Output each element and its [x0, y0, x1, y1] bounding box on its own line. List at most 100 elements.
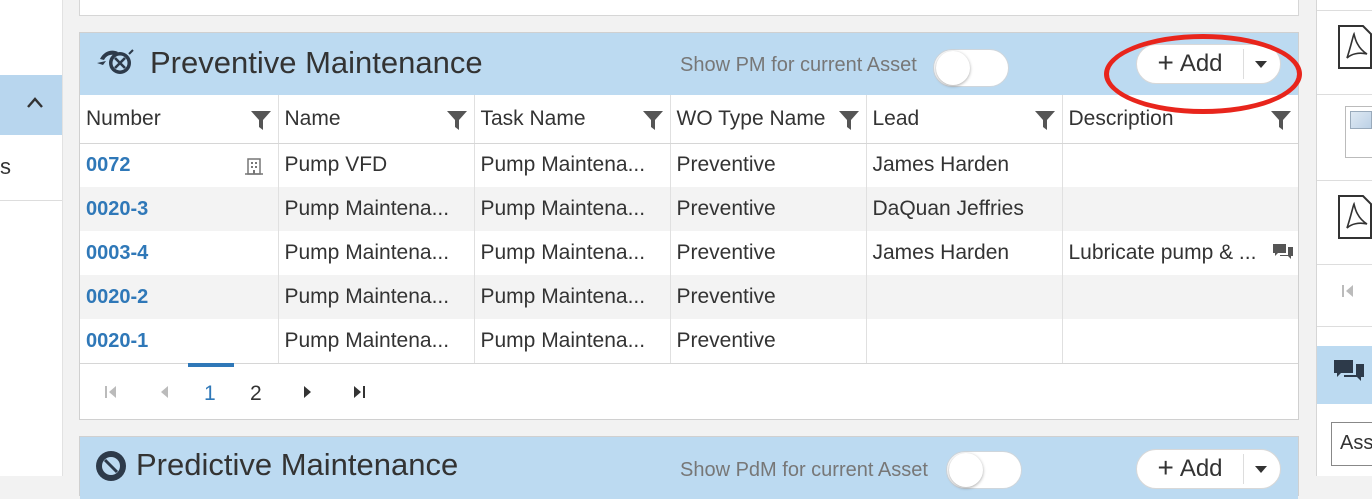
column-header-task-name[interactable]: Task Name [474, 95, 671, 144]
preventive-maintenance-panel: Preventive Maintenance Show PM for curre… [79, 32, 1302, 420]
next-page-icon[interactable] [302, 381, 314, 403]
dropdown-caret-icon[interactable] [1255, 61, 1267, 68]
pm-panel-header: Preventive Maintenance Show PM for curre… [80, 33, 1302, 114]
prev-page-icon[interactable] [158, 381, 170, 403]
chat-icon [1334, 360, 1364, 381]
cell-name: Pump Maintena... [278, 187, 475, 231]
table-row[interactable]: 0020-2 Pump Maintena... Pump Maintena...… [80, 275, 1298, 319]
show-pdm-toggle[interactable] [946, 451, 1022, 489]
cell-wo-type: Preventive [670, 319, 867, 364]
right-panel: Ass [1316, 0, 1372, 476]
column-header-label: Description [1068, 106, 1174, 130]
add-button-separator [1243, 49, 1244, 79]
toggle-knob [949, 453, 983, 487]
predictive-maintenance-panel: Predictive Maintenance Show PdM for curr… [79, 436, 1299, 499]
last-page-icon[interactable] [352, 381, 366, 403]
cell-lead: DaQuan Jeffries [866, 187, 1063, 231]
filter-icon[interactable] [1034, 109, 1056, 131]
column-header-label: Lead [872, 106, 920, 130]
show-pm-toggle-label: Show PM for current Asset [680, 54, 917, 76]
filter-icon[interactable] [250, 109, 272, 131]
table-row[interactable]: 0003-4 Pump Maintena... Pump Maintena...… [80, 231, 1298, 275]
pm-add-button-group: + Add [1136, 44, 1281, 84]
column-header-lead[interactable]: Lead [866, 95, 1063, 144]
table-row[interactable]: 0020-3 Pump Maintena... Pump Maintena...… [80, 187, 1298, 231]
chevron-up-icon[interactable] [26, 94, 44, 112]
pm-number-link[interactable]: 0072 [86, 154, 131, 176]
cell-number[interactable]: 0072 [80, 143, 279, 187]
pdf-icon[interactable] [1337, 194, 1372, 240]
cell-number[interactable]: 0020-1 [80, 319, 279, 364]
column-header-wo-type-name[interactable]: WO Type Name [670, 95, 867, 144]
pdf-icon[interactable] [1337, 24, 1372, 70]
left-nav-item-fragment[interactable]: s [0, 154, 11, 180]
right-panel-divider [1317, 94, 1372, 95]
broken-image-thumbnail[interactable] [1345, 106, 1372, 158]
cell-wo-type: Preventive [670, 275, 867, 319]
column-header-description[interactable]: Description [1062, 95, 1298, 144]
right-panel-divider [1317, 10, 1372, 11]
dropdown-caret-icon[interactable] [1255, 466, 1267, 473]
show-pdm-toggle-label: Show PdM for current Asset [680, 459, 928, 481]
first-page-icon[interactable] [1341, 283, 1355, 299]
pdm-panel-title: Predictive Maintenance [136, 447, 459, 482]
image-icon [1350, 111, 1372, 129]
first-page-icon[interactable] [104, 381, 118, 403]
pm-number-link[interactable]: 0020-3 [86, 198, 148, 220]
cell-description [1062, 187, 1298, 231]
pm-number-link[interactable]: 0020-2 [86, 286, 148, 308]
cell-name: Pump Maintena... [278, 231, 475, 275]
cell-name: Pump Maintena... [278, 319, 475, 364]
table-row[interactable]: 0020-1 Pump Maintena... Pump Maintena...… [80, 319, 1298, 364]
pdm-add-button-group: + Add [1136, 449, 1281, 489]
right-panel-divider [1317, 180, 1372, 181]
filter-icon[interactable] [446, 109, 468, 131]
cell-number[interactable]: 0020-2 [80, 275, 279, 319]
column-header-label: WO Type Name [676, 106, 826, 130]
show-pm-toggle[interactable] [933, 49, 1009, 87]
pm-logo-icon [97, 49, 134, 74]
pm-number-link[interactable]: 0003-4 [86, 242, 148, 264]
filter-icon[interactable] [838, 109, 860, 131]
pm-panel-title: Preventive Maintenance [150, 45, 483, 80]
column-header-name[interactable]: Name [278, 95, 475, 144]
filter-icon[interactable] [1270, 109, 1292, 131]
add-button[interactable]: + Add [1137, 45, 1243, 83]
cell-description [1062, 319, 1298, 364]
pdm-logo-icon [96, 451, 126, 481]
cell-number[interactable]: 0003-4 [80, 231, 279, 275]
page-2-link[interactable]: 2 [250, 382, 262, 406]
description-text: Lubricate pump & ... [1068, 241, 1257, 264]
filter-icon[interactable] [642, 109, 664, 131]
cell-number[interactable]: 0020-3 [80, 187, 279, 231]
page-1-link[interactable]: 1 [204, 382, 216, 406]
previous-panel-bottom [79, 0, 1299, 16]
pm-grid: Number Name Task Name WO Type Name Lead … [80, 95, 1298, 364]
add-button-label: Add [1179, 50, 1223, 77]
right-panel-divider [1317, 264, 1372, 265]
pdm-panel-header: Predictive Maintenance Show PdM for curr… [80, 437, 1298, 499]
cell-lead: James Harden [866, 231, 1063, 275]
pdm-add-button[interactable]: + Add [1137, 450, 1243, 488]
table-row[interactable]: 0072 Pump VFD Pump Maintena... Preventiv… [80, 143, 1298, 187]
cell-description: Lubricate pump & ... [1062, 231, 1298, 275]
pm-number-link[interactable]: 0020-1 [86, 330, 148, 352]
column-header-label: Number [86, 106, 161, 130]
cell-lead [866, 275, 1063, 319]
cell-task-name: Pump Maintena... [474, 143, 671, 187]
cell-task-name: Pump Maintena... [474, 231, 671, 275]
add-button-separator [1243, 454, 1244, 484]
right-panel-divider [1317, 326, 1372, 327]
building-icon [244, 157, 263, 175]
current-page-indicator [188, 363, 234, 367]
pm-pager: 1 2 [80, 363, 1298, 419]
left-nav: s [0, 0, 62, 476]
column-header-label: Name [284, 106, 341, 130]
cell-description [1062, 275, 1298, 319]
column-header-number[interactable]: Number [80, 95, 279, 144]
cell-wo-type: Preventive [670, 143, 867, 187]
comment-icon[interactable] [1272, 243, 1294, 261]
cell-description [1062, 143, 1298, 187]
comment-input[interactable]: Ass [1331, 422, 1372, 466]
left-nav-border [62, 0, 63, 476]
